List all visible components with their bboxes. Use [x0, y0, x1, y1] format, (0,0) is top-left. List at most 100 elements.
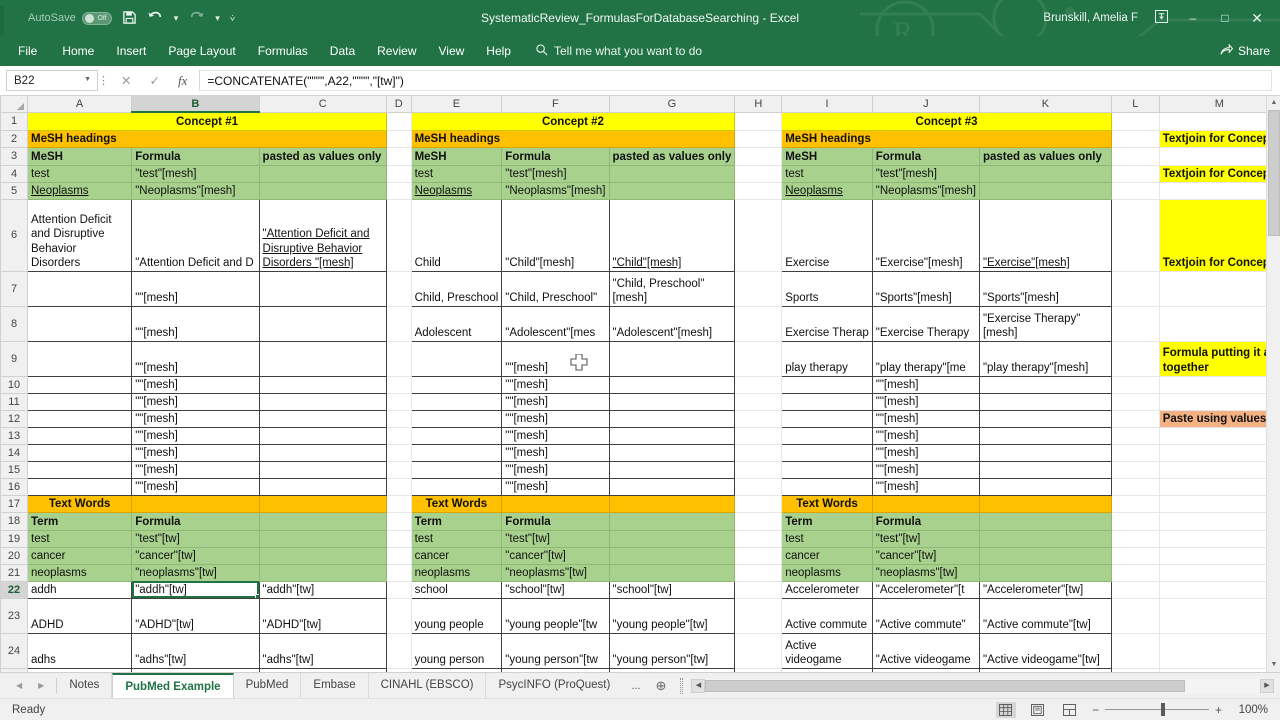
cell-I9[interactable]: play therapy — [781, 340, 873, 377]
cell-L21[interactable] — [1110, 563, 1160, 582]
cell-B7[interactable]: ""[mesh] — [131, 270, 260, 307]
cell-C16[interactable] — [258, 477, 388, 496]
cell-F9[interactable]: ""[mesh] — [501, 340, 610, 377]
tab-page-layout[interactable]: Page Layout — [157, 36, 246, 66]
row-header-20[interactable]: 20 — [0, 546, 28, 565]
cell-I11[interactable] — [781, 392, 873, 411]
cell-G4[interactable] — [608, 164, 736, 183]
cell-C10[interactable] — [258, 375, 388, 394]
cell-D20[interactable] — [386, 546, 412, 565]
scroll-left-icon[interactable]: ◀ — [691, 678, 706, 693]
row-header-13[interactable]: 13 — [0, 426, 28, 445]
page-layout-view-icon[interactable] — [1028, 702, 1048, 718]
cell-H18[interactable] — [734, 511, 783, 531]
row-header-15[interactable]: 15 — [0, 460, 28, 479]
cell-E8[interactable]: Adolescent — [410, 305, 503, 342]
cell-A24[interactable]: adhs — [26, 632, 133, 669]
cell-E7[interactable]: Child, Preschool — [410, 270, 503, 307]
cell-I19[interactable]: test — [781, 529, 873, 548]
cell-L23[interactable] — [1110, 597, 1160, 634]
cell-B15[interactable]: ""[mesh] — [131, 460, 260, 479]
cell-A14[interactable] — [26, 443, 133, 462]
column-header-A[interactable]: A — [26, 96, 133, 113]
insert-function-icon[interactable]: fx — [178, 73, 187, 89]
cell-M4-textjoin-annotation[interactable]: Textjoin for Concep — [1159, 165, 1280, 182]
cell-D18[interactable] — [386, 511, 412, 531]
cell-B14[interactable]: ""[mesh] — [131, 443, 260, 462]
cell-J12[interactable]: ""[mesh] — [871, 409, 980, 428]
cell-G14[interactable] — [608, 443, 736, 462]
cell-B20[interactable]: "cancer"[tw] — [131, 546, 260, 565]
cell-H15[interactable] — [734, 460, 783, 479]
cell-E22[interactable]: school — [410, 580, 503, 599]
cell-G23[interactable]: "young people"[tw] — [608, 597, 736, 634]
cell-A6[interactable]: Attention Deficit and Disruptive Behavio… — [26, 198, 133, 272]
cell-A5[interactable]: Neoplasms — [26, 181, 133, 200]
cell-H11[interactable] — [734, 392, 783, 411]
cell-G20[interactable] — [608, 546, 736, 565]
cell-F7[interactable]: "Child, Preschool" — [501, 270, 610, 307]
cell-G12[interactable] — [608, 409, 736, 428]
cell-E12[interactable] — [410, 409, 503, 428]
cell-J6[interactable]: "Exercise"[mesh] — [871, 198, 980, 272]
cell-I18-term-header[interactable]: Term — [781, 511, 873, 531]
cell-B18-formula-header[interactable]: Formula — [131, 511, 260, 531]
cell-E4[interactable]: test — [410, 164, 503, 183]
cell-L15[interactable] — [1110, 460, 1160, 479]
cell-E2-mesh-headings[interactable]: MeSH headings — [410, 129, 736, 148]
row-header-11[interactable]: 11 — [0, 392, 28, 411]
cell-K14[interactable] — [978, 443, 1112, 462]
cell-C5[interactable] — [258, 181, 388, 200]
cell-H14[interactable] — [734, 443, 783, 462]
cell-B19[interactable]: "test"[tw] — [131, 529, 260, 548]
cell-I12[interactable] — [781, 409, 873, 428]
row-header-2[interactable]: 2 — [0, 129, 28, 148]
cell-H2[interactable] — [734, 129, 783, 148]
column-header-K[interactable]: K — [978, 96, 1112, 113]
cell-D5[interactable] — [386, 181, 412, 200]
cell-J22[interactable]: "Accelerometer"[t — [871, 580, 980, 599]
zoom-track[interactable] — [1104, 703, 1209, 716]
page-break-preview-icon[interactable] — [1060, 702, 1080, 718]
chevron-down-icon[interactable]: ▼ — [84, 76, 91, 83]
cell-J11[interactable]: ""[mesh] — [871, 392, 980, 411]
cell-B11[interactable]: ""[mesh] — [131, 392, 260, 411]
cell-C11[interactable] — [258, 392, 388, 411]
cell-M10[interactable] — [1158, 375, 1280, 394]
cell-A1-concept1-banner[interactable]: Concept #1 — [27, 111, 387, 131]
cell-D21[interactable] — [386, 563, 412, 582]
cell-A4[interactable]: test — [26, 164, 133, 183]
cell-I16[interactable] — [781, 477, 873, 496]
cell-M14[interactable] — [1158, 443, 1280, 462]
cell-H10[interactable] — [734, 375, 783, 394]
cell-D14[interactable] — [386, 443, 412, 462]
cell-G13[interactable] — [608, 426, 736, 445]
cell-G22[interactable]: "school"[tw] — [608, 580, 736, 599]
cell-I10[interactable] — [781, 375, 873, 394]
cell-E11[interactable] — [410, 392, 503, 411]
confirm-icon[interactable]: ✓ — [149, 73, 159, 88]
column-header-D[interactable]: D — [386, 96, 412, 113]
cell-A23[interactable]: ADHD — [26, 597, 133, 634]
cell-A18-term-header[interactable]: Term — [26, 511, 133, 531]
account-name[interactable]: Brunskill, Amelia F — [1043, 12, 1138, 24]
cell-L22[interactable] — [1110, 580, 1160, 599]
cell-H6[interactable] — [734, 198, 783, 272]
cell-B24[interactable]: "adhs"[tw] — [131, 632, 260, 669]
cell-E17-text-words[interactable]: Text Words — [410, 494, 503, 513]
cell-G18[interactable] — [608, 511, 736, 531]
cell-K22[interactable]: "Accelerometer"[tw] — [978, 580, 1112, 599]
cell-G10[interactable] — [608, 375, 736, 394]
cell-F16[interactable]: ""[mesh] — [501, 477, 610, 496]
autosave-toggle[interactable]: Off — [81, 11, 112, 25]
cell-H12[interactable] — [734, 409, 783, 428]
cell-A13[interactable] — [26, 426, 133, 445]
cell-B23[interactable]: "ADHD"[tw] — [131, 597, 260, 634]
cell-F19[interactable]: "test"[tw] — [501, 529, 610, 548]
tab-data[interactable]: Data — [319, 36, 366, 66]
cell-M15[interactable] — [1158, 460, 1280, 479]
cell-M2-textjoin-annotation[interactable]: Textjoin for Concep — [1159, 130, 1280, 147]
cell-B16[interactable]: ""[mesh] — [131, 477, 260, 496]
cell-A22[interactable]: addh — [26, 580, 133, 599]
cell-F17[interactable] — [501, 494, 610, 513]
